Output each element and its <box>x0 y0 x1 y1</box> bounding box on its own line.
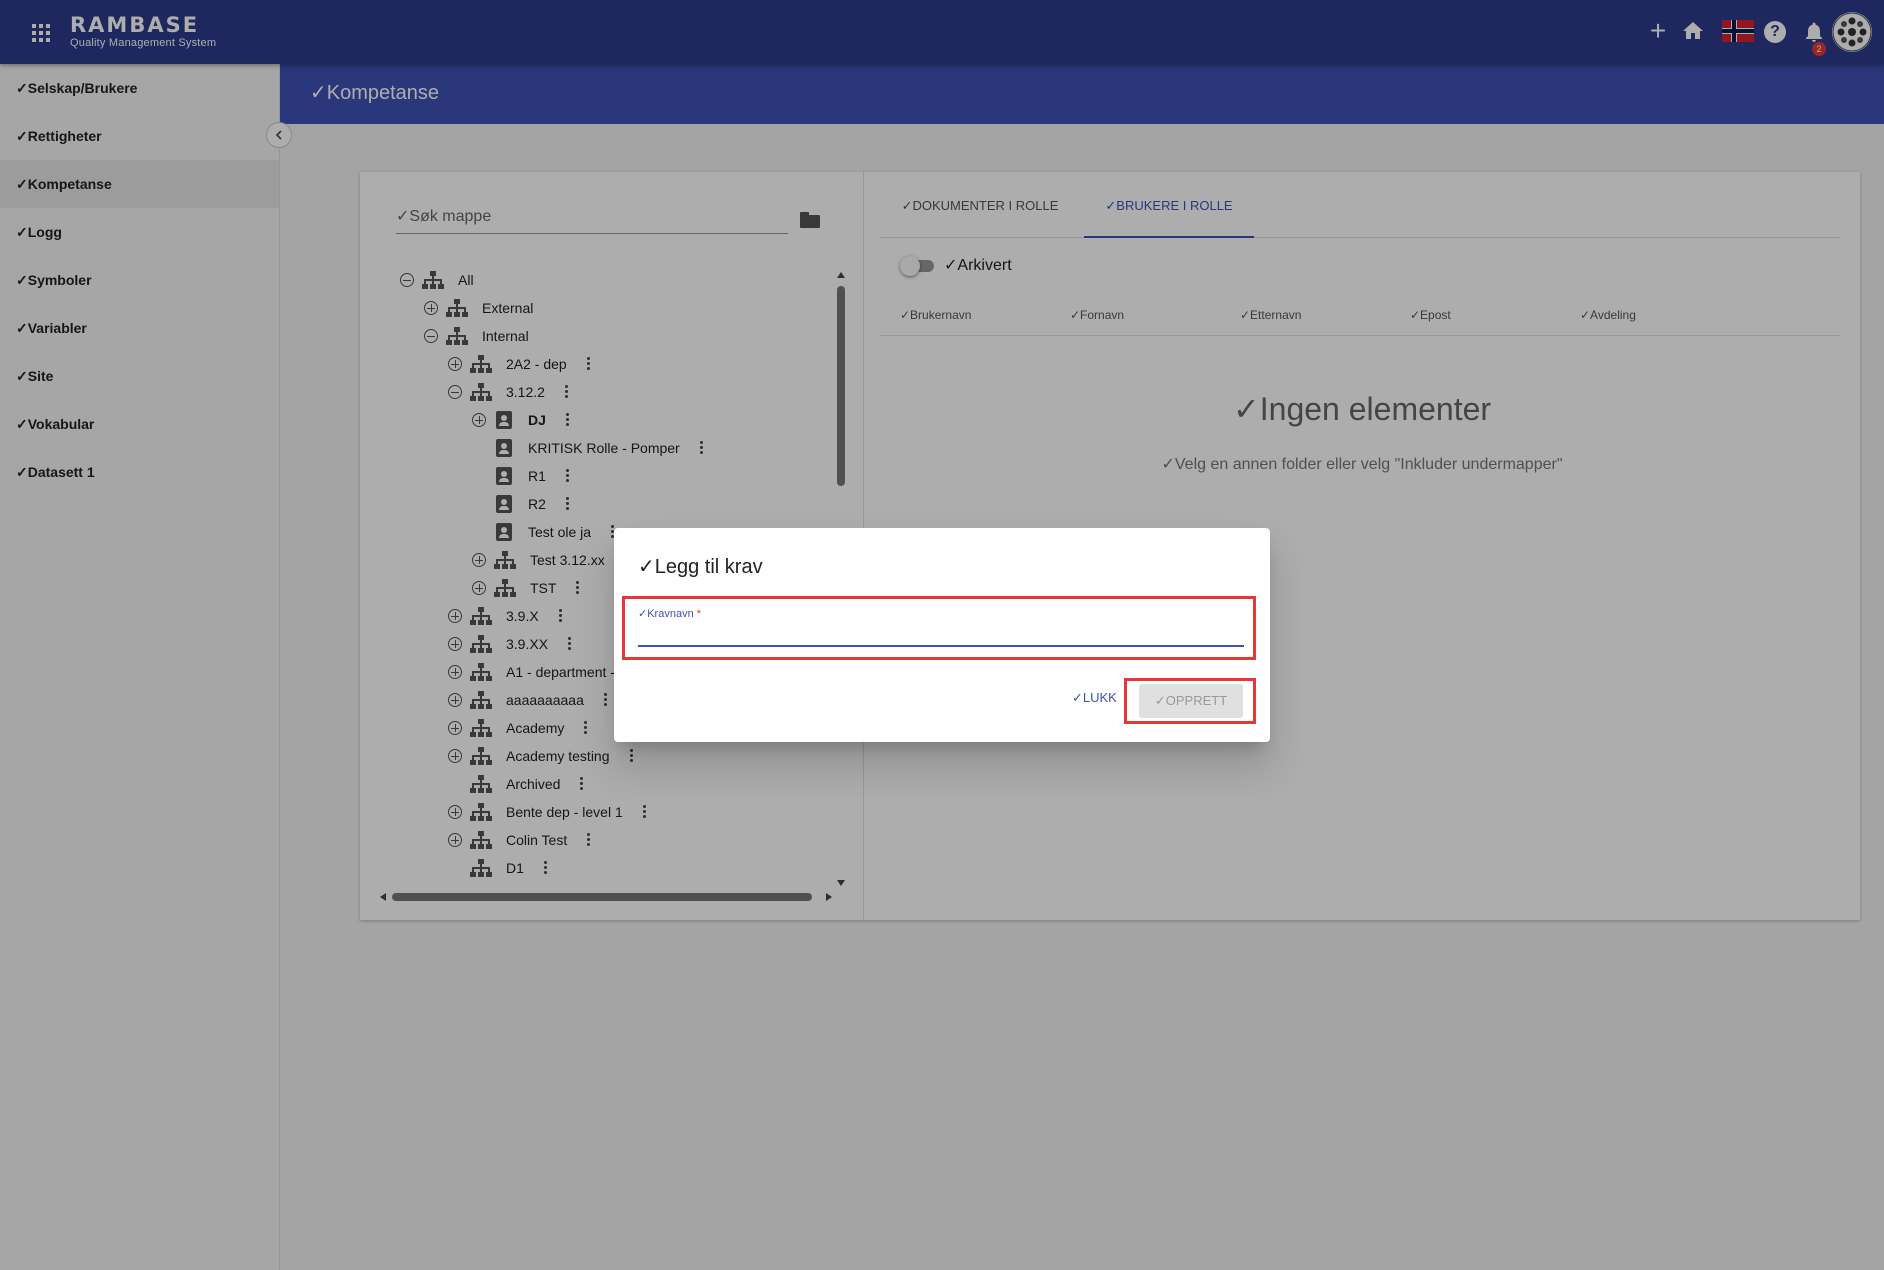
dialog-title: ✓Legg til krav <box>638 556 763 578</box>
close-button[interactable]: ✓LUKK <box>1068 682 1121 714</box>
kravnavn-input[interactable] <box>638 623 1244 647</box>
add-requirement-dialog: ✓Legg til krav ✓Kravnavn * ✓LUKK ✓OPPRET… <box>614 528 1270 742</box>
create-button-highlight: ✓OPPRETT <box>1124 678 1256 724</box>
kravnavn-field-highlight: ✓Kravnavn * <box>622 596 1256 660</box>
create-button[interactable]: ✓OPPRETT <box>1139 684 1243 718</box>
required-marker: * <box>696 608 702 620</box>
kravnavn-field-label: ✓Kravnavn * <box>638 607 701 620</box>
field-label-text: ✓Kravnavn <box>638 608 694 620</box>
